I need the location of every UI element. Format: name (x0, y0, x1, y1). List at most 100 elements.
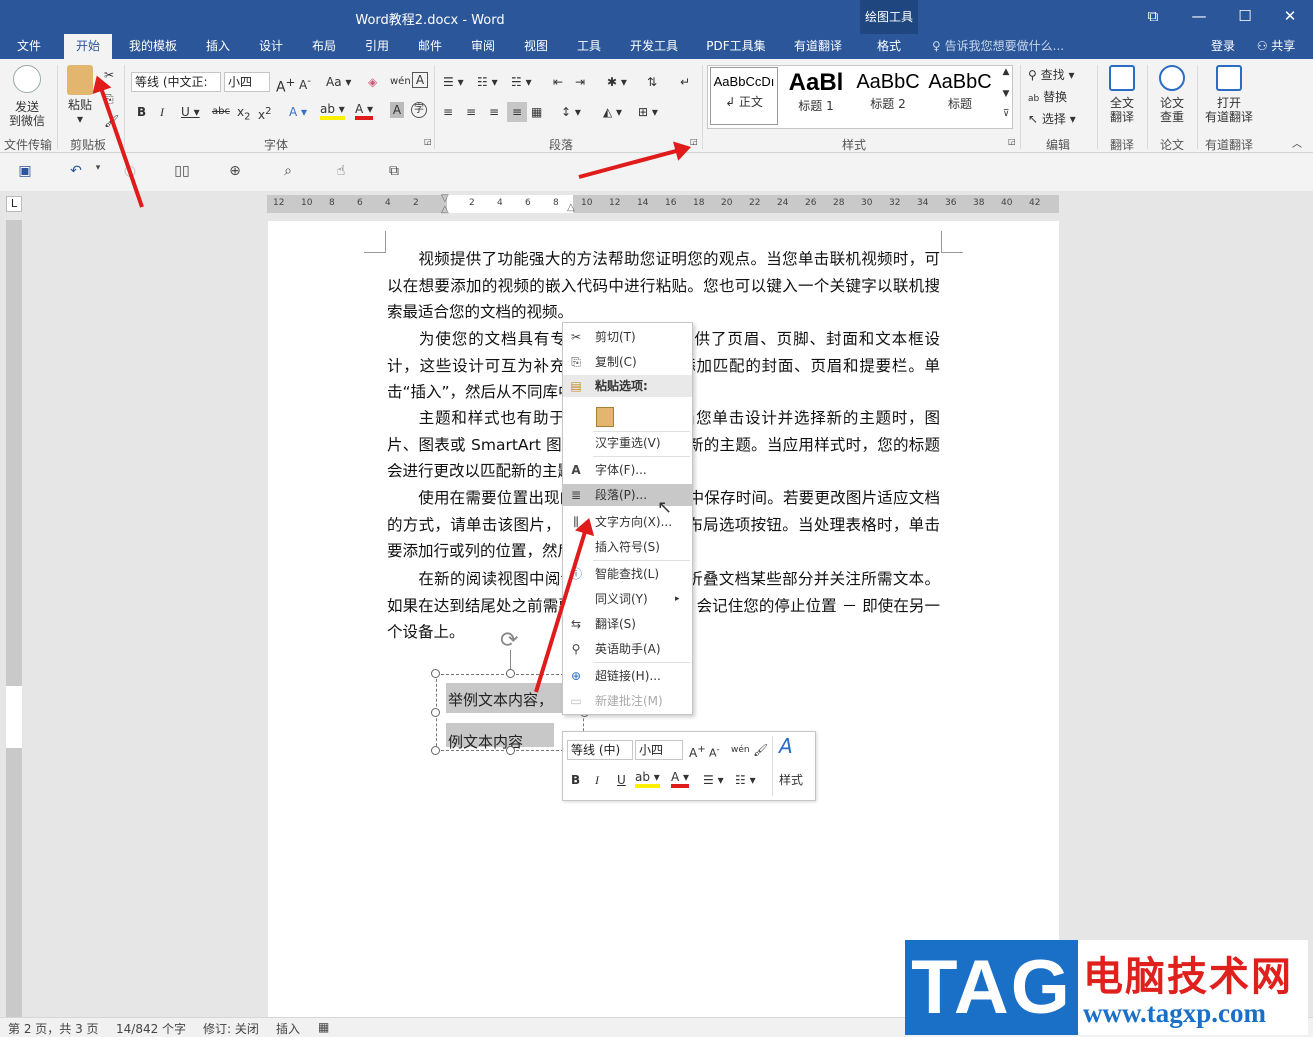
style-normal[interactable]: AaBbCcDı ↲ 正文 (710, 67, 778, 125)
justify-icon[interactable]: ≡ (507, 102, 527, 122)
vertical-ruler[interactable] (6, 220, 22, 1017)
italic-button[interactable]: I (160, 102, 164, 122)
menu-item-english-assistant[interactable]: ⚲ 英语助手(A) (563, 638, 692, 660)
hanging-indent-marker-icon[interactable]: △ (441, 204, 449, 215)
character-border-icon[interactable]: A (412, 72, 428, 88)
styles-scroll-up-icon[interactable]: ▲ (999, 67, 1013, 87)
menu-item-synonyms[interactable]: 同义词(Y) ▸ (563, 588, 692, 610)
paragraph-dialog-launcher-icon[interactable]: ◲ (690, 137, 698, 147)
menu-item-cut[interactable]: ✂ 剪切(T) (563, 326, 692, 348)
subscript-button[interactable]: x2 (237, 102, 250, 122)
page-count[interactable]: 第 2 页，共 3 页 (8, 1020, 99, 1037)
tab-selector-icon[interactable]: L (6, 196, 22, 212)
close-button[interactable]: ✕ (1267, 0, 1313, 34)
two-pages-icon[interactable]: ▯▯ (172, 163, 192, 181)
mini-styles-label[interactable]: 样式 (779, 770, 803, 790)
style-heading-2[interactable]: AaBbC 标题 2 (854, 67, 922, 125)
insert-mode-status[interactable]: 插入 (276, 1020, 300, 1037)
increase-indent-icon[interactable]: ⇥ (575, 72, 585, 92)
tab-references[interactable]: 引用 (355, 34, 399, 59)
font-dialog-launcher-icon[interactable]: ◲ (424, 137, 432, 147)
line-spacing-icon[interactable]: ↕ ▾ (561, 102, 581, 122)
menu-item-paragraph[interactable]: ≣ 段落(P)... (563, 484, 692, 506)
print-preview-icon[interactable]: ⌕ (278, 163, 298, 181)
tab-view[interactable]: 视图 (514, 34, 558, 59)
track-changes-status[interactable]: 修订: 关闭 (203, 1020, 259, 1037)
horizontal-ruler[interactable]: 12 10 8 6 4 2 2 4 6 8 10 12 14 16 18 20 22 24 26 28 30 32 34 36… (267, 193, 1059, 215)
menu-item-translate[interactable]: ⇆ 翻译(S) (563, 613, 692, 635)
borders-icon[interactable]: ⊞ ▾ (638, 102, 658, 122)
send-to-wechat-button[interactable]: 发送 到微信 (4, 65, 50, 128)
menu-item-hyperlink[interactable]: ⊕ 超链接(H)... (563, 665, 692, 687)
align-left-icon[interactable]: ≡ (443, 102, 453, 122)
full-translate-button[interactable]: 全文 翻译 (1102, 65, 1142, 124)
resize-handle[interactable] (506, 669, 515, 678)
menu-item-smart-lookup[interactable]: ⓘ 智能查找(L) (563, 563, 692, 585)
shrink-font-icon[interactable]: A- (299, 72, 311, 92)
phonetic-guide-icon[interactable]: wén (390, 72, 411, 92)
styles-scroll-down-icon[interactable]: ▼ (999, 89, 1013, 109)
clear-format-icon[interactable]: ◈ (368, 72, 377, 92)
multilevel-list-icon[interactable]: ☵ ▾ (511, 72, 532, 92)
tab-review[interactable]: 审阅 (461, 34, 505, 59)
maximize-button[interactable]: ☐ (1222, 0, 1268, 34)
mini-font-size-combo[interactable]: 小四 (635, 740, 683, 760)
enclose-characters-icon[interactable]: 字 (411, 102, 427, 118)
tab-file[interactable]: 文件 (4, 34, 54, 59)
mini-italic-button[interactable]: I (595, 770, 599, 790)
right-indent-marker-icon[interactable]: △ (567, 202, 575, 213)
font-name-combo[interactable]: 等线 (中文正: (131, 72, 221, 92)
undo-icon[interactable]: ↶ (66, 163, 86, 181)
open-youdao-button[interactable]: 打开 有道翻译 (1202, 65, 1256, 124)
tab-my-templates[interactable]: 我的模板 (120, 34, 186, 59)
select-button[interactable]: ↖ 选择 ▾ (1028, 109, 1076, 129)
mini-font-color-icon[interactable]: A ▾ (671, 770, 690, 788)
strikethrough-button[interactable]: abc (212, 102, 230, 122)
change-case-icon[interactable]: Aa ▾ (326, 72, 351, 92)
resize-handle[interactable] (431, 669, 440, 678)
menu-item-font[interactable]: A 字体(F)... (563, 459, 692, 481)
underline-button[interactable]: U ▾ (181, 102, 200, 122)
superscript-button[interactable]: x2 (258, 102, 271, 122)
mini-underline-button[interactable]: U (617, 770, 626, 790)
menu-item-reconvert[interactable]: 汉字重选(V) (563, 432, 692, 454)
mini-bullets-icon[interactable]: ☰ ▾ (703, 770, 724, 790)
ribbon-display-options-button[interactable]: ⧉ (1130, 0, 1176, 34)
tab-insert[interactable]: 插入 (196, 34, 240, 59)
collapse-ribbon-icon[interactable]: ︿ (1292, 135, 1302, 155)
style-title[interactable]: AaBbC 标题 (926, 67, 994, 125)
bullets-icon[interactable]: ☰ ▾ (443, 72, 464, 92)
styles-dialog-launcher-icon[interactable]: ◲ (1008, 137, 1016, 147)
paper-check-button[interactable]: 论文 查重 (1152, 65, 1192, 124)
style-heading-1[interactable]: AaBl 标题 1 (782, 67, 850, 125)
paste-button[interactable]: 粘贴 ▾ (62, 65, 98, 126)
styles-more-icon[interactable]: ⊽ (999, 109, 1013, 129)
character-shading-icon[interactable]: A (390, 102, 404, 118)
mini-grow-font-icon[interactable]: A+ (689, 740, 706, 760)
undo-dropdown-icon[interactable]: ▾ (88, 163, 108, 181)
align-right-icon[interactable]: ≡ (489, 102, 499, 122)
tell-me-box[interactable]: ♀ 告诉我您想要做什么... (932, 34, 1082, 59)
page-setup-icon[interactable]: ⧉ (384, 163, 404, 181)
mini-numbering-icon[interactable]: ☷ ▾ (735, 770, 756, 790)
mini-phonetic-icon[interactable]: wén (731, 740, 750, 760)
highlight-icon[interactable]: ab ▾ (320, 102, 345, 120)
replace-button[interactable]: ab 替换 (1028, 87, 1067, 107)
mini-shrink-font-icon[interactable]: A- (709, 740, 720, 760)
text-effects-icon[interactable]: A ▾ (289, 102, 307, 122)
tab-developer[interactable]: 开发工具 (620, 34, 688, 59)
resize-handle[interactable] (506, 746, 515, 755)
numbering-icon[interactable]: ☷ ▾ (477, 72, 498, 92)
save-icon[interactable]: ▣ (15, 163, 35, 181)
font-color-icon[interactable]: A ▾ (355, 102, 374, 120)
tab-pdf-tools[interactable]: PDF工具集 (698, 34, 774, 59)
menu-item-new-comment[interactable]: ▭ 新建批注(M) (563, 690, 692, 712)
word-count[interactable]: 14/842 个字 (116, 1020, 186, 1037)
tab-home[interactable]: 开始 (64, 34, 112, 59)
show-marks-icon[interactable]: ↵ (680, 72, 690, 92)
chinese-layout-icon[interactable]: ✱ ▾ (607, 72, 627, 92)
web-layout-icon[interactable]: ⊕ (225, 163, 245, 181)
menu-item-copy[interactable]: ⎘ 复制(C) (563, 351, 692, 373)
tab-format[interactable]: 格式 (862, 34, 916, 59)
sort-icon[interactable]: ⇅ (647, 72, 657, 92)
